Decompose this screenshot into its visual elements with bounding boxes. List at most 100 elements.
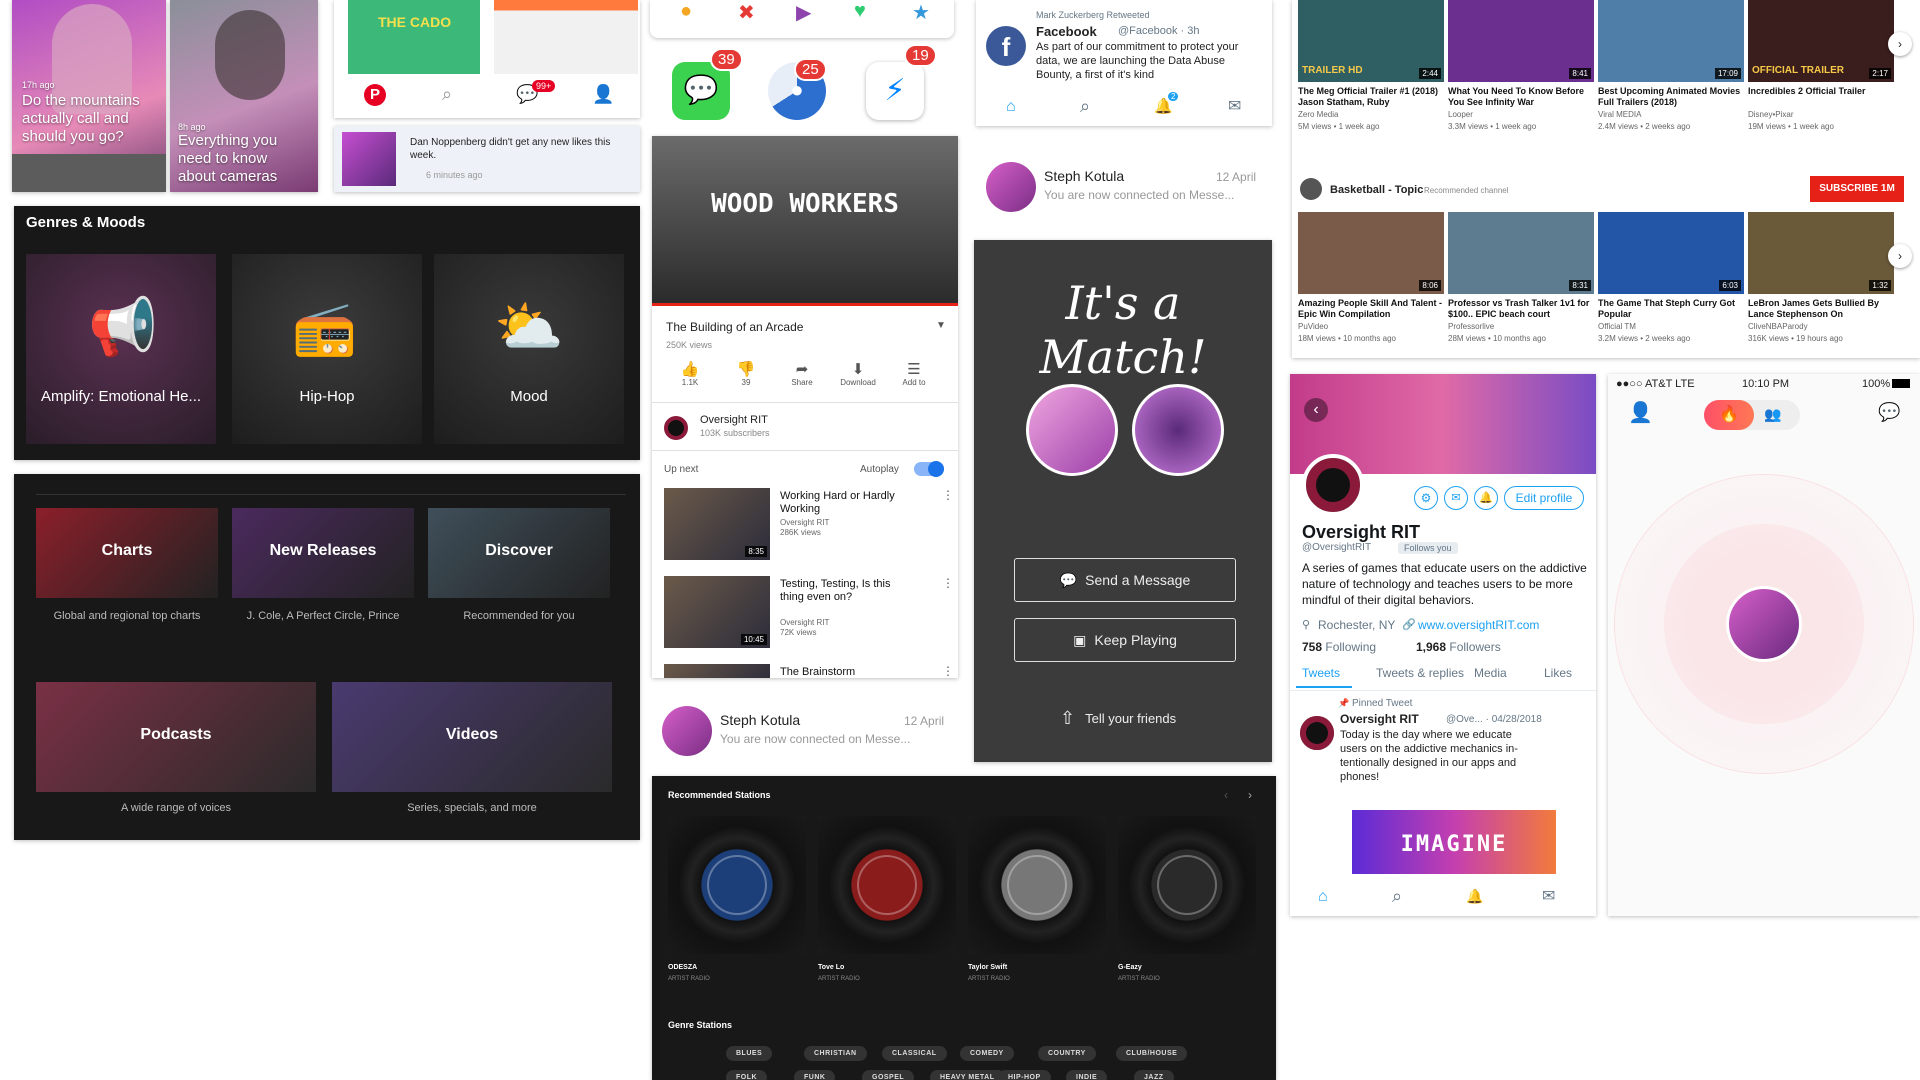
channel-name[interactable]: Basketball - Topic: [1330, 184, 1423, 196]
station-tile[interactable]: [818, 816, 956, 954]
video-thumbnail[interactable]: 8:35: [664, 488, 770, 560]
next-arrow-icon[interactable]: ›: [1888, 32, 1912, 56]
genre-pill[interactable]: HEAVY METAL: [930, 1070, 1005, 1080]
video-thumbnail[interactable]: 1:32: [1748, 212, 1894, 294]
subscribe-button[interactable]: SUBSCRIBE 1M: [1810, 176, 1904, 202]
browse-tile-podcasts[interactable]: Podcasts: [36, 682, 316, 792]
genre-tile-amplify[interactable]: 📢 Amplify: Emotional He...: [26, 254, 216, 444]
genre-pill[interactable]: BLUES: [726, 1046, 773, 1061]
connection-row-bottom[interactable]: Steph Kotula 12 April You are now connec…: [652, 704, 958, 760]
prev-arrow-icon[interactable]: ‹: [1224, 788, 1228, 802]
following-count[interactable]: 758 Following: [1302, 640, 1376, 654]
genre-pill[interactable]: COUNTRY: [1038, 1046, 1096, 1061]
more-options-icon[interactable]: ⋮: [942, 488, 954, 502]
profile-icon[interactable]: 👤: [1628, 400, 1653, 425]
autoplay-toggle[interactable]: [914, 461, 944, 477]
progress-bar[interactable]: [652, 303, 958, 306]
video-title[interactable]: LeBron James Gets Bullied By Lance Steph…: [1748, 298, 1894, 320]
mail-icon[interactable]: ✉: [1542, 886, 1555, 906]
tweet-author[interactable]: Oversight RIT: [1340, 712, 1419, 726]
tweet-image[interactable]: IMAGINE: [1352, 810, 1556, 874]
boost-icon[interactable]: ▶: [796, 0, 811, 25]
video-channel[interactable]: CliveNBAParody: [1748, 322, 1808, 332]
reaction-icon[interactable]: ●: [680, 0, 692, 23]
channel-name[interactable]: Oversight RIT: [700, 414, 768, 426]
action-share[interactable]: ➦ Share: [778, 360, 826, 387]
video-channel[interactable]: Oversight RIT: [780, 518, 829, 528]
video-title[interactable]: The Game That Steph Curry Got Popular: [1598, 298, 1744, 320]
tab-tweets[interactable]: Tweets: [1302, 666, 1340, 680]
story-card-2[interactable]: 8h ago Everything you need to know about…: [170, 0, 318, 192]
mail-icon[interactable]: ✉: [1228, 96, 1241, 116]
nope-icon[interactable]: ✖: [738, 0, 755, 25]
discovery-toggle[interactable]: 🔥 👥: [1704, 400, 1800, 430]
channel-avatar[interactable]: [664, 416, 688, 440]
tab-replies[interactable]: Tweets & replies: [1376, 666, 1464, 680]
video-title[interactable]: Professor vs Trash Talker 1v1 for $100..…: [1448, 298, 1594, 320]
genre-pill[interactable]: CLUB/HOUSE: [1116, 1046, 1188, 1061]
like-icon[interactable]: ♥: [854, 0, 866, 23]
story-card-1[interactable]: 17h ago Do the mountains actually call a…: [12, 0, 166, 192]
genre-pill[interactable]: COMEDY: [960, 1046, 1014, 1061]
back-arrow-icon[interactable]: ‹: [1304, 398, 1328, 422]
station-tile[interactable]: [968, 816, 1106, 954]
more-options-icon[interactable]: ⋮: [942, 664, 954, 678]
profile-icon[interactable]: 👤: [592, 84, 614, 105]
keep-playing-button[interactable]: ▣ Keep Playing: [1014, 618, 1236, 662]
browse-tile-new-releases[interactable]: New Releases: [232, 508, 414, 598]
next-arrow-icon[interactable]: ›: [1248, 788, 1252, 802]
video-thumbnail[interactable]: 6:03: [1598, 212, 1744, 294]
genre-pill[interactable]: HIP-HOP: [998, 1070, 1051, 1080]
genre-pill[interactable]: CHRISTIAN: [804, 1046, 867, 1061]
video-thumbnail[interactable]: 8:31: [1448, 212, 1594, 294]
genre-pill[interactable]: GOSPEL: [862, 1070, 915, 1080]
connection-row-top[interactable]: Steph Kotula 12 April You are now connec…: [976, 160, 1272, 216]
send-message-button[interactable]: 💬 Send a Message: [1014, 558, 1236, 602]
search-icon[interactable]: ⌕: [1392, 886, 1402, 907]
action-add-to[interactable]: ☰ Add to: [890, 360, 938, 387]
tell-friends-button[interactable]: ⇧ Tell your friends: [1060, 708, 1176, 729]
action-thumbs-down[interactable]: 👎 39: [722, 360, 770, 387]
message-icon[interactable]: ✉: [1444, 486, 1468, 510]
video-title[interactable]: The Brainstorm: [780, 666, 900, 678]
video-thumbnail[interactable]: 17:09: [1598, 0, 1744, 82]
video-channel[interactable]: Professorlive: [1448, 322, 1494, 332]
video-channel[interactable]: Viral MEDIA: [1598, 110, 1641, 120]
video-thumbnail[interactable]: TRAILER HD 2:44: [1298, 0, 1444, 82]
browse-tile-videos[interactable]: Videos: [332, 682, 612, 792]
profile-url[interactable]: www.oversightRIT.com: [1418, 618, 1539, 632]
pinterest-notification[interactable]: Dan Noppenberg didn't get any new likes …: [334, 126, 640, 192]
video-title[interactable]: Amazing People Skill And Talent - Epic W…: [1298, 298, 1444, 320]
notifications-icon[interactable]: 🔔: [1466, 888, 1483, 905]
facebook-avatar-icon[interactable]: f: [986, 26, 1026, 66]
pinterest-logo-icon[interactable]: P: [364, 84, 386, 106]
edit-profile-button[interactable]: Edit profile: [1504, 486, 1584, 510]
genre-tile-mood[interactable]: ⛅ Mood: [434, 254, 624, 444]
expand-icon[interactable]: ▼: [936, 320, 946, 331]
genre-pill[interactable]: FUNK: [794, 1070, 836, 1080]
browse-tile-charts[interactable]: Charts: [36, 508, 218, 598]
action-download[interactable]: ⬇ Download: [834, 360, 882, 387]
video-title[interactable]: Incredibles 2 Official Trailer: [1748, 86, 1894, 97]
messenger-app-icon[interactable]: ⚡: [866, 62, 924, 120]
genre-pill[interactable]: INDIE: [1066, 1070, 1108, 1080]
search-icon[interactable]: ⌕: [442, 84, 452, 105]
video-thumbnail[interactable]: 8:06: [1298, 212, 1444, 294]
video-title[interactable]: Working Hard or Hardly Working: [780, 490, 900, 516]
followers-count[interactable]: 1,968 Followers: [1416, 640, 1501, 654]
station-tile[interactable]: [668, 816, 806, 954]
video-channel[interactable]: Looper: [1448, 110, 1473, 120]
video-thumbnail[interactable]: 10:45: [664, 576, 770, 648]
video-thumbnail[interactable]: OFFICIAL TRAILER 2:17: [1748, 0, 1894, 82]
bell-icon[interactable]: 🔔: [1474, 486, 1498, 510]
video-title[interactable]: Best Upcoming Animated Movies Full Trail…: [1598, 86, 1744, 108]
search-icon[interactable]: ⌕: [1080, 96, 1090, 117]
superlike-icon[interactable]: ★: [912, 0, 930, 25]
video-channel[interactable]: PuVideo: [1298, 322, 1328, 332]
video-player[interactable]: WOOD WORKERS: [652, 136, 958, 306]
genre-pill[interactable]: CLASSICAL: [882, 1046, 947, 1061]
pin-shelves[interactable]: [494, 0, 638, 74]
video-thumbnail[interactable]: 8:41: [1448, 0, 1594, 82]
messages-icon[interactable]: 💬: [1878, 402, 1900, 423]
tab-media[interactable]: Media: [1474, 666, 1507, 680]
